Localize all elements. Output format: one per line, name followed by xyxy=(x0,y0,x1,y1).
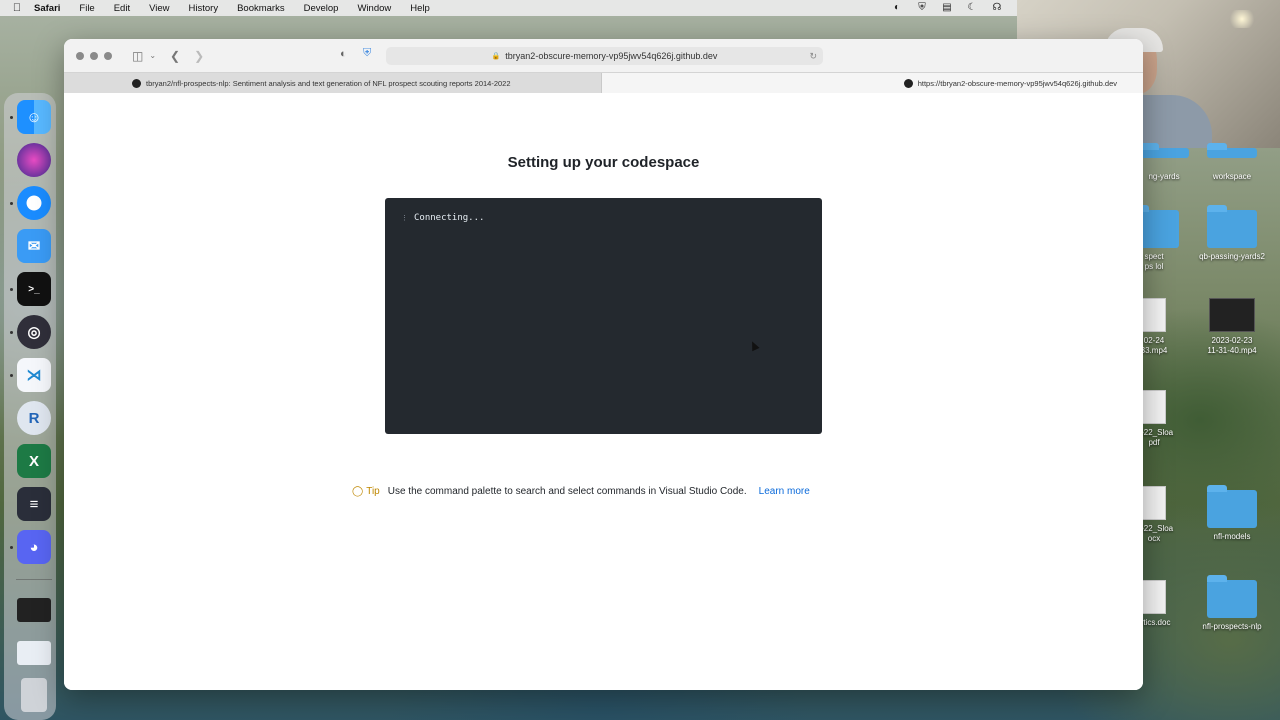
vscode-icon[interactable]: ⋊ xyxy=(17,358,51,392)
screen-mirror-icon[interactable]: ◐ xyxy=(891,2,903,14)
folder-icon xyxy=(1207,205,1257,248)
folder-icon xyxy=(1207,485,1257,528)
dock-running-dot xyxy=(10,288,13,291)
close-window-button[interactable] xyxy=(76,51,84,60)
minimized-window-icon[interactable] xyxy=(17,598,51,622)
desktop-folder[interactable]: nfl-prospects-nlp xyxy=(1197,575,1267,632)
finder-icon[interactable]: ☺ xyxy=(17,100,51,134)
dock-running-dot xyxy=(10,374,13,377)
obs-icon[interactable]: ◎ xyxy=(17,315,51,349)
safari-icon[interactable] xyxy=(17,186,51,220)
dock-running-dot xyxy=(10,546,13,549)
desktop-item-label: qb-passing-yards2 xyxy=(1199,252,1265,261)
address-bar[interactable]: 🔒 tbryan2-obscure-memory-vp95jwv54q626j.… xyxy=(386,47,823,65)
webcam-light xyxy=(1227,10,1257,28)
tip-row: ◯ Tip Use the command palette to search … xyxy=(352,486,810,497)
desktop-item-label: workspace xyxy=(1212,172,1252,181)
reload-icon[interactable]: ↻ xyxy=(809,51,817,62)
tab-label: tbryan2/nfl-prospects-nlp: Sentiment ana… xyxy=(146,78,511,88)
folder-icon xyxy=(1207,143,1257,158)
slack-icon[interactable]: ≡ xyxy=(17,487,51,521)
moon-icon[interactable]: ☾ xyxy=(966,2,978,14)
connection-terminal: ⋮ Connecting... xyxy=(385,198,822,434)
terminal-icon[interactable]: >_ xyxy=(17,272,51,306)
siri-icon[interactable] xyxy=(17,143,51,177)
forward-icon[interactable]: ❯ xyxy=(194,49,204,63)
tab-bar: tbryan2/nfl-prospects-nlp: Sentiment ana… xyxy=(64,72,1143,93)
desktop-folder[interactable]: qb-passing-yards2 xyxy=(1197,205,1267,262)
privacy-report-icon[interactable]: ◐ xyxy=(340,48,347,60)
desktop-item-label: ng-yards xyxy=(1148,172,1180,181)
lightbulb-icon: ◯ xyxy=(352,486,364,497)
desktop-icons: ng-yards workspace spect ps lol qb-passi… xyxy=(1129,143,1280,720)
minimized-window-icon[interactable] xyxy=(17,641,51,665)
desktop-item-label: nfl-prospects-nlp xyxy=(1202,622,1262,631)
tab-codespace[interactable]: https://tbryan2-obscure-memory-vp95jwv54… xyxy=(602,73,1143,93)
menu-window[interactable]: Window xyxy=(357,3,391,14)
github-icon xyxy=(132,78,141,88)
menu-bookmarks[interactable]: Bookmarks xyxy=(237,3,285,14)
tip-label: Tip xyxy=(366,486,380,497)
menu-status-area: ◐ ⛨ ▤ ☾ ☊ xyxy=(891,2,1003,14)
menu-develop[interactable]: Develop xyxy=(304,3,339,14)
desktop-item-label: spect ps lol xyxy=(1144,252,1164,271)
desktop-folder[interactable]: nfl-models xyxy=(1197,485,1267,542)
window-controls xyxy=(76,51,112,60)
headphones-icon[interactable]: ☊ xyxy=(991,2,1003,14)
zoom-window-button[interactable] xyxy=(104,51,112,60)
folder-icon xyxy=(1139,143,1189,158)
menu-file[interactable]: File xyxy=(79,3,94,14)
codespace-page: Setting up your codespace ⋮ Connecting..… xyxy=(64,93,1143,690)
dock-running-dot xyxy=(10,202,13,205)
chevron-down-icon[interactable]: ⌄ xyxy=(149,51,156,60)
desktop-item-label: 2023-02-23 11-31-40.mp4 xyxy=(1207,336,1257,355)
learn-more-link[interactable]: Learn more xyxy=(759,486,810,497)
video-thumbnail-icon xyxy=(1209,298,1255,332)
lock-icon: 🔒 xyxy=(491,53,501,60)
document-icon xyxy=(1142,580,1166,614)
minimize-window-button[interactable] xyxy=(90,51,98,60)
video-file-icon xyxy=(1142,298,1166,332)
menu-edit[interactable]: Edit xyxy=(114,3,130,14)
mail-icon[interactable]: ✉ xyxy=(17,229,51,263)
dock: ☺ ✉ >_ ◎ ⋊ R X ≡ ◕ xyxy=(4,93,56,720)
safari-window: ◫ ⌄ ❮ ❯ ◐ ⛨ 🔒 tbryan2-obscure-memory-vp9… xyxy=(64,39,1143,690)
menu-help[interactable]: Help xyxy=(410,3,430,14)
back-icon[interactable]: ❮ xyxy=(170,49,180,63)
document-icon xyxy=(1142,390,1166,424)
desktop-item-label: nfl-models xyxy=(1213,532,1251,541)
desktop-video-file[interactable]: 2023-02-23 11-31-40.mp4 xyxy=(1197,298,1267,356)
apple-menu-icon[interactable]:  xyxy=(0,2,34,14)
terminal-line: ⋮ Connecting... xyxy=(401,213,484,223)
sidebar-icon[interactable]: ◫ xyxy=(132,49,143,63)
document-icon xyxy=(1142,486,1166,520)
notes-icon[interactable]: ▤ xyxy=(941,2,953,14)
desktop-folder[interactable]: workspace xyxy=(1197,143,1267,182)
safari-toolbar: ◫ ⌄ ❮ ❯ ◐ ⛨ 🔒 tbryan2-obscure-memory-vp9… xyxy=(64,39,1143,72)
excel-icon[interactable]: X xyxy=(17,444,51,478)
dock-running-dot xyxy=(10,331,13,334)
extension-shield-icon[interactable]: ⛨ xyxy=(363,47,371,60)
discord-icon[interactable]: ◕ xyxy=(17,530,51,564)
r-app-icon[interactable]: R xyxy=(17,401,51,435)
terminal-status-text: Connecting... xyxy=(414,213,485,223)
address-text: tbryan2-obscure-memory-vp95jwv54q626j.gi… xyxy=(505,51,718,61)
menu-app-name[interactable]: Safari xyxy=(34,3,60,14)
menu-view[interactable]: View xyxy=(149,3,169,14)
dock-separator xyxy=(16,579,52,580)
trash-icon[interactable] xyxy=(21,678,47,712)
page-title: Setting up your codespace xyxy=(507,154,700,171)
folder-icon xyxy=(1207,575,1257,618)
tip-text: Use the command palette to search and se… xyxy=(387,486,747,497)
spinner-icon: ⋮ xyxy=(401,214,408,222)
shield-check-icon[interactable]: ⛨ xyxy=(916,2,928,14)
menu-history[interactable]: History xyxy=(189,3,219,14)
dock-running-dot xyxy=(10,116,13,119)
tab-nfl-prospects-repo[interactable]: tbryan2/nfl-prospects-nlp: Sentiment ana… xyxy=(64,73,602,93)
menu-bar:  Safari File Edit View History Bookmark… xyxy=(0,0,1017,16)
desktop-item-label: 02-24 33.mp4 xyxy=(1140,336,1168,355)
tab-label: https://tbryan2-obscure-memory-vp95jwv54… xyxy=(917,78,1117,88)
github-icon xyxy=(903,78,913,88)
